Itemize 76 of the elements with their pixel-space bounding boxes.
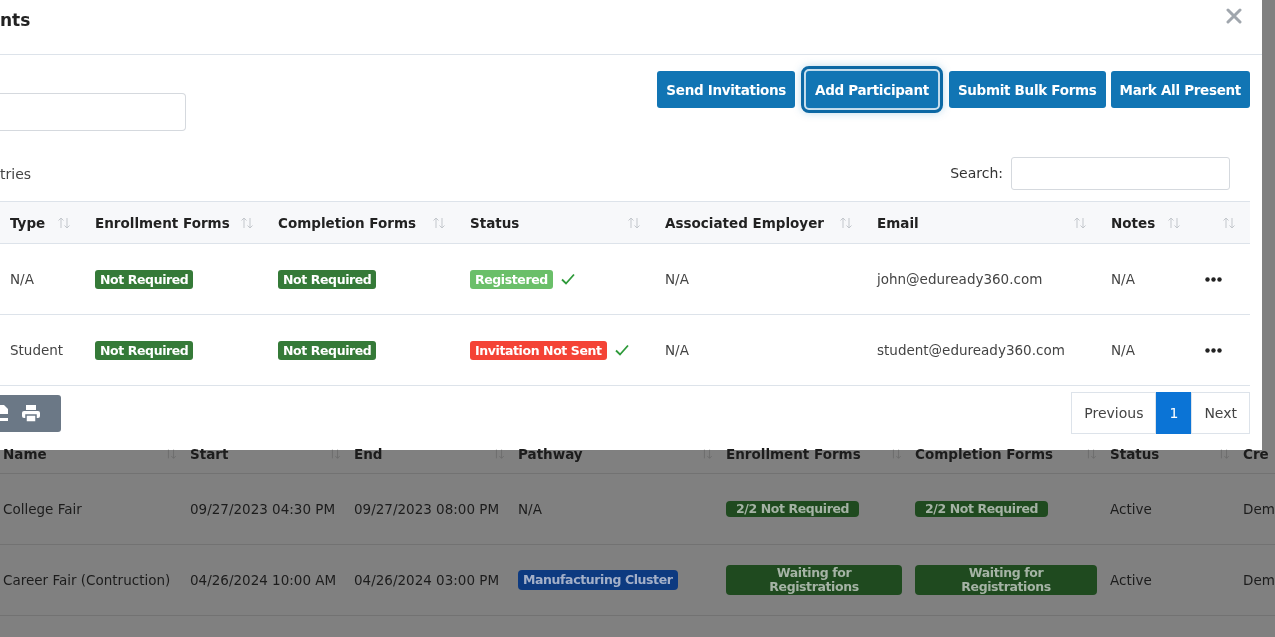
sort-icon [701,448,713,460]
status-badge: 2/2 Not Required [915,501,1049,517]
table-cell-text: College Fair [3,499,82,519]
column-header[interactable]: Type [10,214,46,231]
sort-icon[interactable] [57,215,71,230]
column-header[interactable]: Email [877,214,919,231]
column-header[interactable]: Associated Employer [665,214,824,231]
table-cell: N/A [10,271,34,287]
dialog-title: nts [0,10,31,30]
column-header: Start [190,446,229,462]
entries-label: tries [0,166,32,182]
table-cell-text: 04/26/2024 10:00 AM [190,570,337,590]
more-icon[interactable] [1205,347,1222,353]
pathway-tag: Manufacturing Cluster [518,569,678,591]
status-badge: 2/2 Not Required [726,501,860,517]
status-badge: Waiting for Registrations [726,565,902,595]
table-cell-text: Dem [1243,499,1275,519]
search-field[interactable] [1011,156,1230,190]
sort-icon[interactable] [1167,215,1181,230]
previous-button[interactable]: Previous [1071,392,1157,434]
column-header[interactable]: Enrollment Forms [95,214,230,231]
column-header[interactable]: Notes [1111,214,1156,231]
table-cell: N/A [1111,342,1135,358]
column-header: Pathway [518,446,583,462]
toolbar-button[interactable]: Send Invitations [657,71,796,108]
search-label: Search: [950,165,1003,181]
column-header: Name [3,446,47,462]
table-cell: N/A [665,342,689,358]
sort-icon[interactable] [627,215,641,230]
table-cell-text: N/A [518,499,542,519]
status-badge: Registered [470,269,553,289]
column-header: Completion Forms [915,446,1054,462]
sort-icon [1085,448,1097,460]
table-cell: N/A [1111,271,1135,287]
sort-icon[interactable] [432,215,446,230]
status-badge: Invitation Not Sent [470,340,607,360]
column-header: Cre [1243,446,1269,462]
print-icon[interactable] [22,404,40,422]
sort-icon[interactable] [1073,215,1087,230]
table-cell-text: Active [1110,570,1152,590]
table-cell-text: 09/27/2023 04:30 PM [190,499,336,519]
column-header: Enrollment Forms [726,446,861,462]
page-button[interactable]: 1 [1156,392,1192,434]
table-cell-text: 04/26/2024 03:00 PM [354,570,500,590]
toolbar-button[interactable]: Submit Bulk Forms [948,71,1106,108]
table-cell: N/A [665,271,689,287]
status-badge: Not Required [95,269,194,289]
column-header[interactable]: Completion Forms [278,214,417,231]
status-badge: Not Required [278,269,377,289]
status-badge: Not Required [278,340,377,360]
more-icon[interactable] [1205,276,1222,282]
column-header[interactable]: Status [470,214,520,231]
next-button[interactable]: Next [1191,392,1250,434]
sort-icon[interactable] [839,215,853,230]
table-cell-text: Active [1110,499,1152,519]
sort-icon [165,448,177,460]
column-header: End [354,446,383,462]
table-cell: john@eduready360.com [877,271,1043,287]
table-cell: Student [10,342,64,358]
table-cell: student@eduready360.com [877,342,1065,358]
pdf-file-icon[interactable] [0,404,8,422]
table-cell-text: Dem [1243,570,1275,590]
sort-icon[interactable] [240,215,254,230]
sort-icon[interactable] [1222,215,1236,230]
sort-icon [493,448,505,460]
sort-icon [329,448,341,460]
table-cell-text: 09/27/2023 08:00 PM [354,499,500,519]
sort-icon [890,448,902,460]
toolbar-button[interactable]: Mark All Present [1110,71,1250,108]
column-header: Status [1110,446,1160,462]
status-badge: Waiting for Registrations [915,565,1097,595]
table-cell-text: Career Fair (Contruction) [3,570,171,590]
status-badge: Not Required [95,340,194,360]
text-field[interactable] [0,93,186,131]
close-icon[interactable] [1226,8,1242,24]
sort-icon [1218,448,1230,460]
